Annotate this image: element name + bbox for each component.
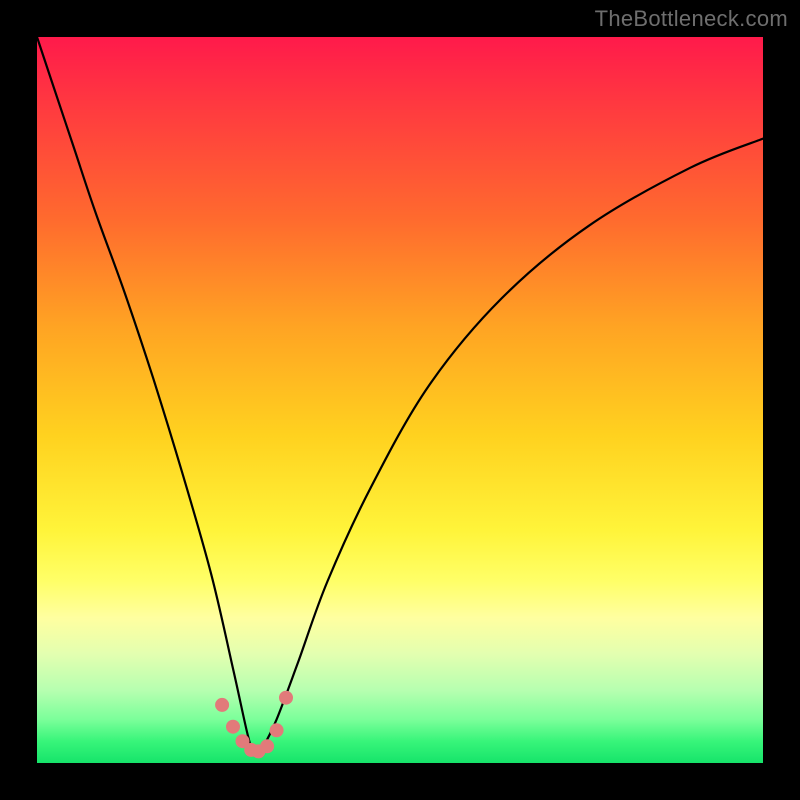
attribution-text: TheBottleneck.com — [595, 6, 788, 32]
marker-dot — [215, 698, 229, 712]
bottleneck-curve — [37, 37, 763, 756]
chart-frame: TheBottleneck.com — [0, 0, 800, 800]
marker-dot — [279, 691, 293, 705]
marker-dot — [260, 739, 274, 753]
curve-svg — [37, 37, 763, 763]
marker-dot — [226, 720, 240, 734]
curve-markers — [215, 691, 293, 759]
plot-area — [37, 37, 763, 763]
marker-dot — [270, 723, 284, 737]
